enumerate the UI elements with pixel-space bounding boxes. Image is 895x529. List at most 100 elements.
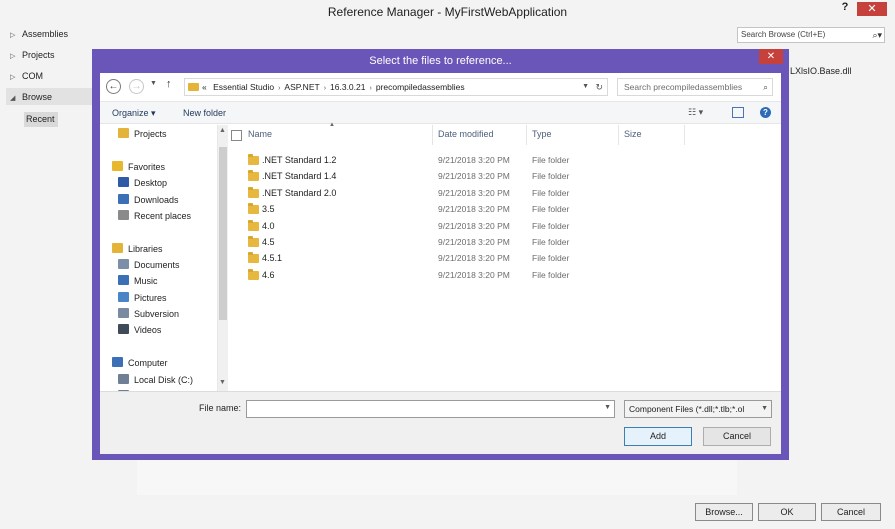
browse-search-input[interactable]: Search Browse (Ctrl+E) ⌕▾ [737, 27, 885, 43]
help-icon[interactable]: ? [760, 107, 771, 118]
tree-item[interactable]: Libraries [112, 242, 163, 256]
chevron-down-icon[interactable]: ▼ [604, 404, 611, 411]
add-button[interactable]: Add [624, 427, 692, 446]
address-input[interactable]: « Essential Studio › ASP.NET › 16.3.0.21 › pre… [184, 78, 608, 96]
tree-item[interactable]: Downloads [118, 193, 179, 207]
column-divider[interactable] [526, 125, 527, 145]
folder-icon [248, 186, 259, 198]
table-row[interactable]: 4.5.1 9/21/2018 3:20 PM File folder [228, 251, 781, 267]
organize-button[interactable]: Organize ▾ [112, 108, 156, 119]
command-bar: Organize ▾ New folder ☷ ▾ ? [100, 102, 781, 124]
scroll-down-icon[interactable]: ▼ [219, 379, 226, 386]
new-folder-button[interactable]: New folder [183, 108, 226, 118]
folder-icon [248, 268, 259, 280]
column-divider[interactable] [684, 125, 685, 145]
tree-item-label: Documents [134, 260, 180, 270]
dialog-close-button[interactable]: ✕ [759, 49, 783, 64]
tree-item-label: Recent places [134, 211, 192, 221]
file-name: 4.0 [262, 220, 275, 231]
file-name: 4.5 [262, 237, 275, 247]
star-icon [112, 161, 123, 171]
browse-button[interactable]: Browse... [695, 503, 753, 521]
nav-label: Projects [22, 50, 55, 60]
scroll-up-icon[interactable]: ▲ [219, 127, 226, 134]
tree-item[interactable]: Documents [118, 258, 180, 272]
tree-item[interactable]: Favorites [112, 160, 165, 174]
nav-item-projects[interactable]: ▷ Projects [10, 47, 55, 63]
table-row[interactable]: 3.5 9/21/2018 3:20 PM File folder [228, 202, 781, 218]
select-all-checkbox[interactable] [231, 130, 242, 141]
tree-item[interactable]: Subversion [118, 307, 179, 321]
tree-item[interactable]: Desktop [118, 176, 167, 190]
search-placeholder: Search precompiledassemblies [624, 82, 743, 92]
up-button[interactable]: ↑ [166, 78, 172, 90]
expand-arrow-icon: ▷ [10, 32, 16, 39]
tree-item-label: Videos [134, 325, 162, 335]
column-divider[interactable] [618, 125, 619, 145]
column-header-date[interactable]: Date modified [438, 129, 494, 139]
tree-item[interactable]: Music [118, 274, 158, 288]
assembly-name-text: LXlsIO.Base.dll [790, 66, 852, 76]
column-header-type[interactable]: Type [532, 129, 552, 139]
search-icon[interactable]: ⌕▾ [872, 28, 882, 42]
file-date: 9/21/2018 3:20 PM [438, 237, 510, 247]
folder-search-input[interactable]: Search precompiledassemblies ⌕ [617, 78, 773, 96]
breadcrumb-essential-studio[interactable]: Essential Studio [213, 82, 274, 92]
nav-item-browse[interactable]: ◢ Browse [10, 89, 52, 105]
crumb-separator-icon[interactable]: › [324, 85, 326, 92]
table-row[interactable]: .NET Standard 1.2 9/21/2018 3:20 PM File f… [228, 153, 781, 169]
chevron-down-icon[interactable]: ▼ [582, 79, 589, 95]
help-button[interactable]: ? [837, 1, 853, 15]
table-row[interactable]: .NET Standard 2.0 9/21/2018 3:20 PM File f… [228, 186, 781, 202]
file-type-filter-select[interactable]: Component Files (*.dll;*.tlb;*.ol ▼ [624, 400, 772, 418]
tree-item[interactable]: Pictures [118, 291, 167, 305]
column-divider[interactable] [432, 125, 433, 145]
address-bar: ← → ▼ ↑ « Essential Studio › ASP.NET › 16.3.… [100, 73, 781, 102]
tree-item[interactable]: Projects [118, 127, 167, 141]
table-row[interactable]: 4.0 9/21/2018 3:20 PM File folder [228, 219, 781, 235]
nav-item-assemblies[interactable]: ▷ Assemblies [10, 26, 68, 42]
breadcrumb-version[interactable]: 16.3.0.21 [330, 82, 365, 92]
breadcrumb-aspnet[interactable]: ASP.NET [284, 82, 319, 92]
file-name: .NET Standard 1.4 [262, 171, 337, 182]
back-button[interactable]: ← [106, 79, 121, 94]
tree-item[interactable]: Local Disk (C:) [118, 373, 193, 387]
chevron-down-icon[interactable]: ▼ [761, 401, 768, 417]
navigation-scrollbar[interactable]: ▲ ▼ [217, 125, 228, 391]
file-type: File folder [532, 187, 570, 198]
documents-icon [118, 259, 129, 269]
music-icon [118, 275, 129, 285]
tree-item[interactable]: Videos [118, 323, 161, 337]
tree-item[interactable]: Computer [112, 356, 168, 370]
file-date: 9/21/2018 3:20 PM [438, 171, 510, 182]
view-options-icon[interactable]: ☷ ▾ [688, 107, 703, 118]
preview-pane-icon[interactable] [732, 107, 744, 118]
nav-item-recent[interactable]: Recent [24, 112, 58, 127]
file-date: 9/21/2018 3:20 PM [438, 187, 510, 198]
reference-nav: ▷ Assemblies ▷ Projects ▷ COM ◢ Browse Recen… [0, 24, 92, 504]
file-name-input[interactable]: ▼ [246, 400, 615, 418]
crumb-separator-icon[interactable]: › [369, 85, 371, 92]
search-icon[interactable]: ⌕ [763, 79, 768, 95]
column-header-name[interactable]: Name [248, 129, 272, 139]
table-row[interactable]: .NET Standard 1.4 9/21/2018 3:20 PM File f… [228, 169, 781, 185]
scrollbar-thumb[interactable] [219, 147, 227, 320]
overflow-crumb[interactable]: « [202, 82, 207, 92]
tree-item-label: Projects [134, 129, 167, 139]
column-header-size[interactable]: Size [624, 129, 642, 139]
window-close-button[interactable]: ✕ [857, 2, 887, 16]
tree-item[interactable]: Recent places [118, 209, 191, 223]
table-row[interactable]: 4.5 9/21/2018 3:20 PM File folder [228, 235, 781, 251]
file-date: 9/21/2018 3:20 PM [438, 220, 510, 231]
dialog-cancel-button[interactable]: Cancel [703, 427, 771, 446]
crumb-separator-icon[interactable]: › [278, 85, 280, 92]
ok-button[interactable]: OK [758, 503, 816, 521]
forward-button[interactable]: → [129, 79, 144, 94]
refresh-icon[interactable]: ↻ [595, 79, 603, 95]
table-row[interactable]: 4.6 9/21/2018 3:20 PM File folder [228, 268, 781, 284]
nav-item-com[interactable]: ▷ COM [10, 68, 43, 84]
dialog-footer: File name: ▼ Component Files (*.dll;*.tl… [100, 391, 781, 454]
breadcrumb-precompiledassemblies[interactable]: precompiledassemblies [376, 82, 465, 92]
cancel-button[interactable]: Cancel [821, 503, 881, 521]
recent-locations-button[interactable]: ▼ [150, 80, 157, 87]
